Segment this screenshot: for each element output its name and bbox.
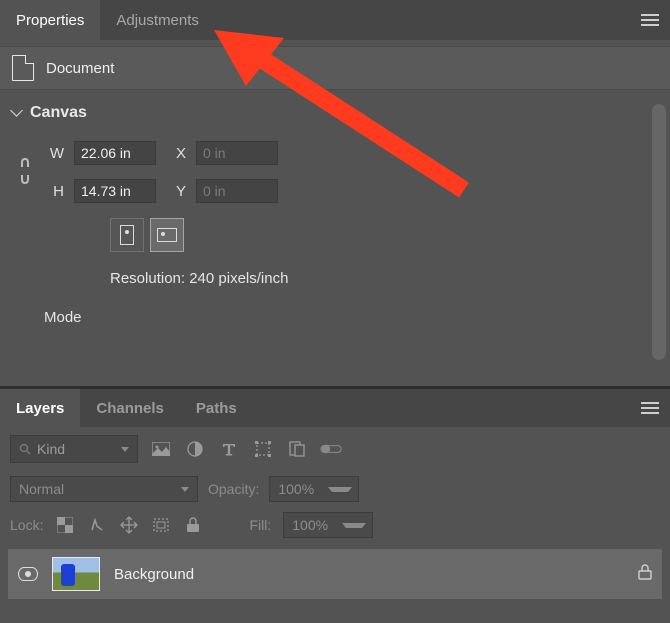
- canvas-disclosure[interactable]: Canvas: [10, 98, 660, 134]
- layer-row-background[interactable]: Background: [8, 549, 662, 599]
- tab-channels[interactable]: Channels: [80, 389, 180, 427]
- chevron-down-icon: [121, 447, 129, 452]
- tab-layers[interactable]: Layers: [0, 389, 80, 427]
- width-label: W: [44, 145, 64, 162]
- lock-fill-row: Lock: Fill: 100%: [0, 507, 670, 543]
- x-input: [196, 141, 278, 165]
- document-icon: [12, 55, 34, 81]
- blend-opacity-row: Normal Opacity: 100%: [0, 471, 670, 507]
- height-input[interactable]: [74, 179, 156, 203]
- chevron-down-icon: [342, 523, 366, 528]
- portrait-icon: [120, 225, 134, 245]
- orientation-landscape-button[interactable]: [150, 218, 184, 252]
- properties-tab-bar: Properties Adjustments: [0, 0, 670, 40]
- x-label: X: [166, 145, 186, 162]
- fill-value: 100%: [284, 517, 336, 533]
- blend-mode-select[interactable]: Normal: [10, 476, 198, 502]
- blend-mode-value: Normal: [19, 481, 64, 497]
- filter-shape-layers-icon[interactable]: [252, 438, 274, 460]
- filter-type-layers-icon[interactable]: [218, 438, 240, 460]
- properties-scrollbar-thumb[interactable]: [652, 104, 666, 360]
- properties-scrollbar-track[interactable]: [652, 104, 666, 360]
- y-label: Y: [166, 183, 186, 200]
- lock-transparency-icon[interactable]: [55, 515, 75, 535]
- canvas-header-label: Canvas: [30, 104, 87, 122]
- opacity-field[interactable]: 100%: [269, 476, 359, 502]
- kind-label: Kind: [37, 441, 65, 457]
- canvas-section: Canvas W X H Y Resolution: 240: [0, 90, 670, 326]
- filter-adjustment-layers-icon[interactable]: [184, 438, 206, 460]
- filter-toggle-switch[interactable]: [320, 438, 342, 460]
- lock-position-icon[interactable]: [119, 515, 139, 535]
- y-input: [196, 179, 278, 203]
- orientation-portrait-button[interactable]: [110, 218, 144, 252]
- lock-image-icon[interactable]: [87, 515, 107, 535]
- layer-visibility-toggle[interactable]: [18, 567, 38, 581]
- chevron-down-icon: [328, 487, 352, 492]
- link-dimensions-icon[interactable]: [18, 156, 32, 194]
- hamburger-icon: [641, 19, 659, 21]
- opacity-label: Opacity:: [208, 481, 259, 497]
- tab-properties[interactable]: Properties: [0, 0, 100, 40]
- layers-panel: Layers Channels Paths Kind Normal Opacit…: [0, 386, 670, 623]
- layers-tab-bar: Layers Channels Paths: [0, 389, 670, 427]
- mode-label[interactable]: Mode: [10, 291, 660, 326]
- width-input[interactable]: [74, 141, 156, 165]
- search-icon: [19, 443, 31, 455]
- layer-locked-icon: [638, 564, 652, 584]
- layer-name-label: Background: [114, 566, 194, 583]
- filter-smartobject-layers-icon[interactable]: [286, 438, 308, 460]
- layer-thumbnail[interactable]: [52, 557, 100, 591]
- tab-adjustments[interactable]: Adjustments: [100, 0, 215, 40]
- landscape-icon: [157, 228, 177, 242]
- lock-all-icon[interactable]: [183, 515, 203, 535]
- fill-field[interactable]: 100%: [283, 512, 373, 538]
- properties-panel: Properties Adjustments Document Canvas W…: [0, 0, 670, 386]
- document-label: Document: [46, 60, 114, 77]
- layer-filter-kind-select[interactable]: Kind: [10, 435, 138, 463]
- lock-artboard-icon[interactable]: [151, 515, 171, 535]
- chevron-down-icon: [10, 106, 24, 120]
- lock-label: Lock:: [10, 517, 43, 533]
- resolution-label: Resolution: 240 pixels/inch: [44, 260, 660, 291]
- height-label: H: [44, 183, 64, 200]
- chevron-down-icon: [181, 487, 189, 492]
- fill-label: Fill:: [249, 517, 271, 533]
- hamburger-icon: [641, 407, 659, 409]
- layers-panel-menu-button[interactable]: [630, 388, 670, 428]
- tab-paths[interactable]: Paths: [180, 389, 253, 427]
- filter-pixel-layers-icon[interactable]: [150, 438, 172, 460]
- document-header-row[interactable]: Document: [0, 46, 670, 90]
- layer-filter-row: Kind: [0, 427, 670, 471]
- canvas-dimensions: W X H Y Resolution: 240 pixels/inch: [10, 134, 660, 291]
- panel-menu-button[interactable]: [630, 0, 670, 40]
- opacity-value: 100%: [270, 481, 322, 497]
- orientation-buttons: [44, 210, 660, 260]
